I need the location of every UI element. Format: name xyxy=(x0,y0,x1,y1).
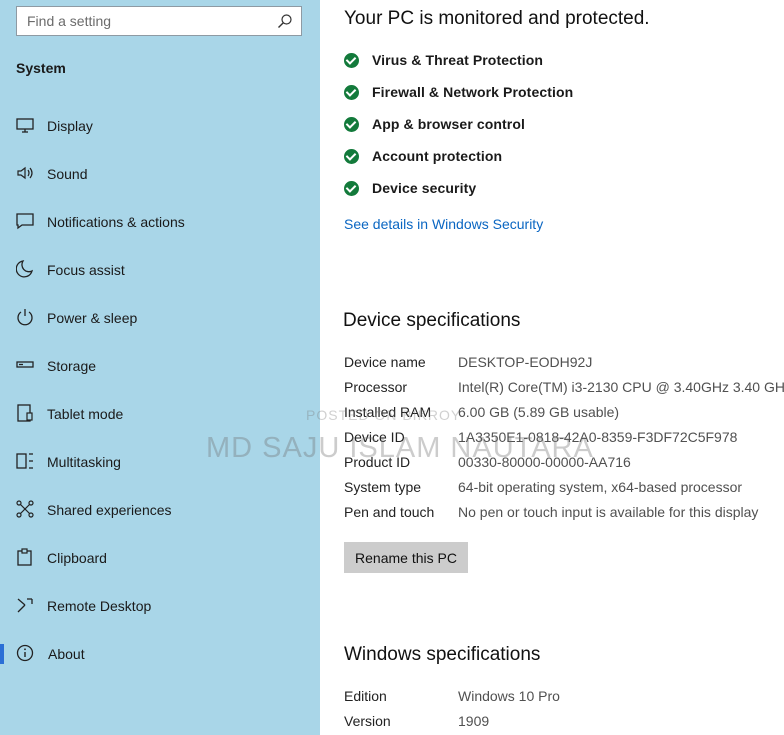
remote-desktop-icon xyxy=(17,598,33,613)
windows-specs-title: Windows specifications xyxy=(344,644,541,665)
spec-row: System type 64-bit operating system, x64-… xyxy=(344,479,784,499)
spec-value: DESKTOP-EODH92J xyxy=(458,354,593,370)
sidebar-item-display[interactable]: Display xyxy=(0,102,320,150)
share-icon xyxy=(16,500,34,518)
spec-row: Device name DESKTOP-EODH92J xyxy=(344,354,784,374)
sidebar-heading: System xyxy=(16,60,66,76)
notification-icon xyxy=(16,213,34,230)
display-icon xyxy=(16,118,34,133)
sidebar-item-label: Multitasking xyxy=(47,454,121,470)
check-icon xyxy=(344,148,359,164)
sidebar-item-about[interactable]: About xyxy=(0,630,320,678)
sidebar-item-tablet-mode[interactable]: Tablet mode xyxy=(0,390,320,438)
spec-value: Intel(R) Core(TM) i3-2130 CPU @ 3.40GHz … xyxy=(458,379,784,395)
protection-title: Your PC is monitored and protected. xyxy=(344,8,650,29)
protection-item: Virus & Threat Protection xyxy=(344,49,543,71)
sidebar: System Display Sound Notifications & act… xyxy=(0,0,320,735)
search-icon[interactable] xyxy=(277,13,293,29)
protection-item-label: Device security xyxy=(372,180,477,196)
spec-row: Pen and touch No pen or touch input is av… xyxy=(344,504,784,524)
sidebar-item-sound[interactable]: Sound xyxy=(0,150,320,198)
sidebar-item-storage[interactable]: Storage xyxy=(0,342,320,390)
check-icon xyxy=(344,180,359,196)
sidebar-item-remote-desktop[interactable]: Remote Desktop xyxy=(0,582,320,630)
check-icon xyxy=(344,84,359,100)
spec-key: Device name xyxy=(344,354,426,370)
storage-icon xyxy=(16,361,34,368)
sidebar-item-power-sleep[interactable]: Power & sleep xyxy=(0,294,320,342)
sidebar-item-label: Display xyxy=(47,118,93,134)
clipboard-icon xyxy=(17,548,32,566)
power-icon xyxy=(17,309,33,326)
spec-key: System type xyxy=(344,479,422,495)
multitasking-icon xyxy=(16,453,33,469)
device-specs-title: Device specifications xyxy=(343,310,521,331)
sidebar-item-label: Sound xyxy=(47,166,88,182)
spec-key: Version xyxy=(344,713,391,729)
spec-key: Pen and touch xyxy=(344,504,435,520)
protection-item: Firewall & Network Protection xyxy=(344,81,573,103)
sidebar-item-label: Notifications & actions xyxy=(47,214,185,230)
sidebar-item-shared-experiences[interactable]: Shared experiences xyxy=(0,486,320,534)
sidebar-item-label: Storage xyxy=(47,358,97,374)
protection-item-label: Virus & Threat Protection xyxy=(372,52,544,68)
protection-item-label: Firewall & Network Protection xyxy=(372,84,574,100)
sidebar-item-label: Shared experiences xyxy=(47,502,172,518)
spec-value: No pen or touch input is available for t… xyxy=(458,504,759,520)
watermark-large: MD SAJU ISLAM NAUTARA xyxy=(206,432,594,464)
spec-row: Edition Windows 10 Pro xyxy=(344,688,784,708)
protection-item: Device security xyxy=(344,177,476,199)
sidebar-item-label: Power & sleep xyxy=(47,310,138,326)
sidebar-item-label: Clipboard xyxy=(47,550,107,566)
sidebar-item-notifications[interactable]: Notifications & actions xyxy=(0,198,320,246)
spec-value: 64-bit operating system, x64-based proce… xyxy=(458,479,743,495)
spec-row: Processor Intel(R) Core(TM) i3-2130 CPU @… xyxy=(344,379,784,399)
protection-item: Account protection xyxy=(344,145,502,167)
search-box[interactable] xyxy=(16,6,302,36)
sidebar-item-focus-assist[interactable]: Focus assist xyxy=(0,246,320,294)
windows-security-link[interactable]: See details in Windows Security xyxy=(344,216,543,232)
sidebar-item-label: About xyxy=(48,646,85,662)
main-content: Your PC is monitored and protected. Viru… xyxy=(320,0,784,735)
spec-key: Processor xyxy=(344,379,408,395)
moon-icon xyxy=(16,260,34,278)
search-input[interactable] xyxy=(27,12,267,30)
protection-item-label: App & browser control xyxy=(372,116,525,132)
watermark-small: POSTED ON BIKROY xyxy=(306,407,462,423)
spec-key: Edition xyxy=(344,688,387,704)
active-indicator xyxy=(0,644,4,664)
sidebar-item-clipboard[interactable]: Clipboard xyxy=(0,534,320,582)
rename-pc-button[interactable]: Rename this PC xyxy=(344,542,468,573)
check-icon xyxy=(344,116,359,132)
protection-item-label: Account protection xyxy=(372,148,503,164)
spec-row: Version 1909 xyxy=(344,713,784,733)
spec-value: 1909 xyxy=(458,713,490,729)
speaker-icon xyxy=(17,166,33,180)
sidebar-item-label: Remote Desktop xyxy=(47,598,152,614)
protection-item: App & browser control xyxy=(344,113,525,135)
sidebar-item-label: Focus assist xyxy=(47,262,125,278)
spec-value: Windows 10 Pro xyxy=(458,688,560,704)
sidebar-item-label: Tablet mode xyxy=(47,406,124,422)
check-icon xyxy=(344,52,359,68)
info-icon xyxy=(16,644,34,662)
sidebar-nav: Display Sound Notifications & actions Fo… xyxy=(0,102,320,678)
spec-value: 6.00 GB (5.89 GB usable) xyxy=(458,404,620,420)
tablet-icon xyxy=(17,404,33,422)
